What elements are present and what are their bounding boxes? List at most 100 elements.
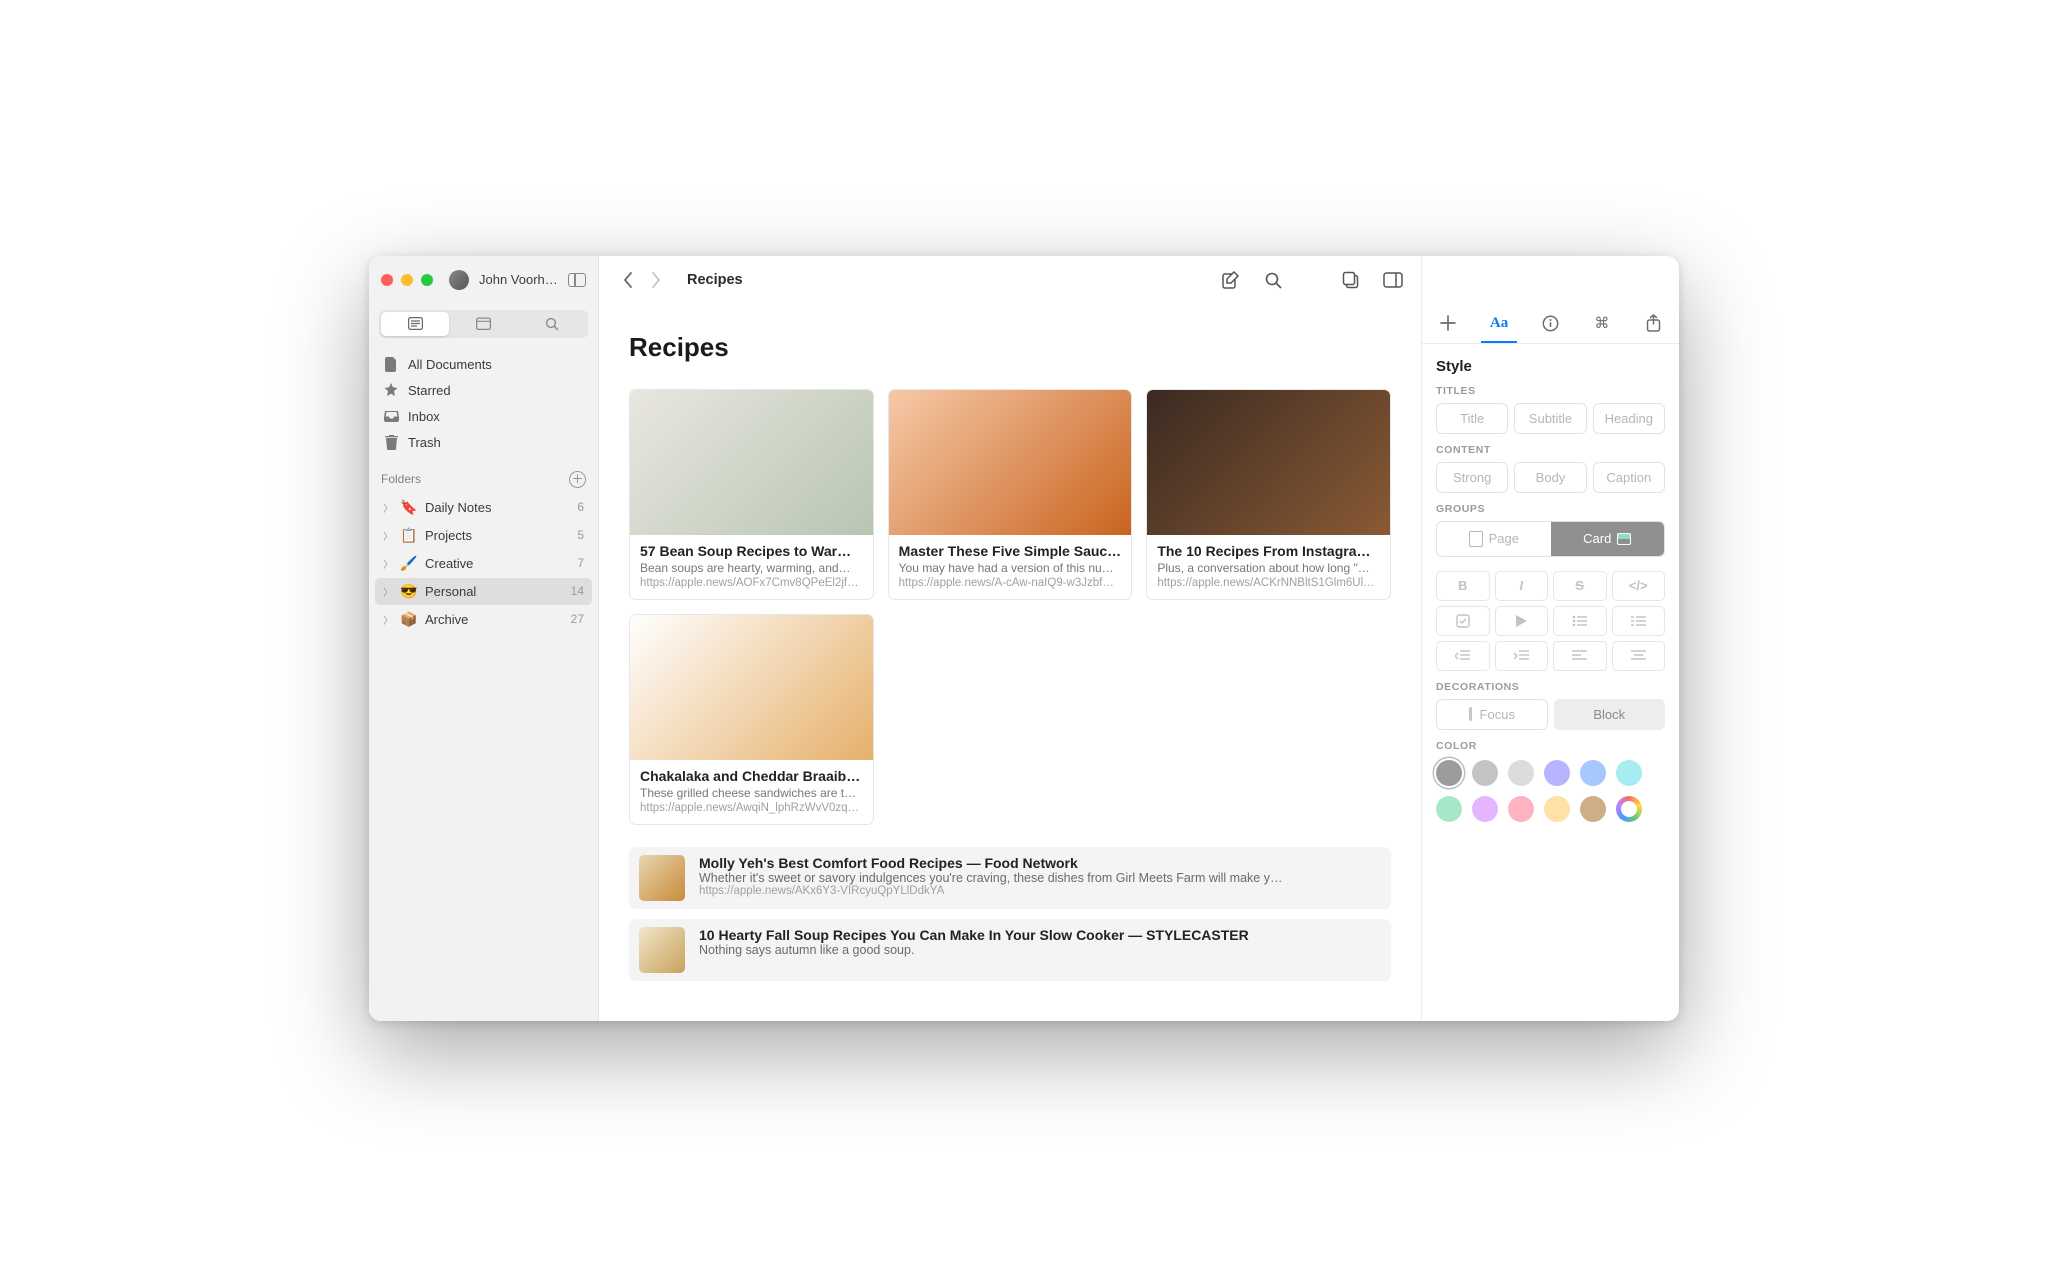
main: Recipes Recipes 57 Bean Soup Recipes to … [599, 256, 1421, 1021]
insert-tab-icon[interactable] [1434, 304, 1462, 342]
color-swatch[interactable] [1472, 760, 1498, 786]
link-title: 10 Hearty Fall Soup Recipes You Can Make… [699, 927, 1381, 943]
style-subtitle[interactable]: Subtitle [1514, 403, 1586, 434]
inbox-icon [383, 411, 399, 422]
folder-label: Archive [425, 612, 468, 627]
copy-icon[interactable] [1341, 270, 1361, 290]
view-search-icon[interactable] [518, 312, 586, 336]
view-documents-icon[interactable] [381, 312, 449, 336]
sidebar-toggle-icon[interactable] [568, 273, 586, 287]
checkbox-button[interactable] [1436, 606, 1490, 636]
link-card[interactable]: The 10 Recipes From Instagram…Plus, a co… [1146, 389, 1391, 600]
inspector: Aa ⌘ Style TITLES Title Subtitle Heading… [1421, 256, 1679, 1021]
group-card[interactable]: Card [1551, 522, 1665, 556]
breadcrumb: Recipes [687, 272, 743, 288]
toolbar-right [1221, 270, 1403, 290]
sidebar-item-starred[interactable]: Starred [375, 378, 592, 403]
align-left-button[interactable] [1553, 641, 1607, 671]
strike-button[interactable]: S [1553, 571, 1607, 601]
format-grid: B I S </> [1436, 571, 1665, 671]
page-icon [1469, 531, 1483, 547]
sidebar-folder-personal[interactable]: 〉😎Personal14 [375, 578, 592, 605]
panel-toggle-icon[interactable] [1383, 270, 1403, 290]
decoration-block[interactable]: Block [1554, 699, 1666, 730]
code-button[interactable]: </> [1612, 571, 1666, 601]
style-tab-icon[interactable]: Aa [1485, 304, 1513, 342]
card-description: These grilled cheese sandwiches are t… [640, 786, 863, 800]
color-picker-icon[interactable] [1616, 796, 1642, 822]
avatar[interactable] [449, 270, 469, 290]
sidebar-item-trash[interactable]: Trash [375, 430, 592, 455]
sidebar-folder-archive[interactable]: 〉📦Archive27 [375, 606, 592, 633]
add-folder-icon[interactable]: ＋ [569, 471, 586, 488]
sidebar-folder-creative[interactable]: 〉🖌️Creative7 [375, 550, 592, 577]
style-heading[interactable]: Heading [1593, 403, 1665, 434]
color-swatch[interactable] [1544, 796, 1570, 822]
group-style-row: Page Card [1436, 521, 1665, 557]
italic-button[interactable]: I [1495, 571, 1549, 601]
link-row[interactable]: 10 Hearty Fall Soup Recipes You Can Make… [629, 919, 1391, 981]
card-title: Master These Five Simple Sauc… [899, 543, 1122, 559]
color-swatch[interactable] [1580, 796, 1606, 822]
zoom-icon[interactable] [421, 274, 433, 286]
document-content[interactable]: Recipes 57 Bean Soup Recipes to Warm…Bea… [599, 304, 1421, 1021]
play-button[interactable] [1495, 606, 1549, 636]
bold-button[interactable]: B [1436, 571, 1490, 601]
folders-header: Folders ＋ [369, 457, 598, 492]
color-label: COLOR [1436, 740, 1665, 752]
indent-button[interactable] [1495, 641, 1549, 671]
view-calendar-icon[interactable] [449, 312, 517, 336]
info-tab-icon[interactable] [1536, 304, 1564, 342]
card-title: Chakalaka and Cheddar Braaibr… [640, 768, 863, 784]
color-swatch[interactable] [1508, 760, 1534, 786]
back-button[interactable] [617, 269, 639, 291]
star-icon [383, 383, 399, 397]
color-swatch[interactable] [1436, 760, 1462, 786]
decoration-focus[interactable]: Focus [1436, 699, 1548, 730]
link-row[interactable]: Molly Yeh's Best Comfort Food Recipes — … [629, 847, 1391, 909]
titlebar: John Voorhe… [369, 256, 598, 304]
search-icon[interactable] [1263, 270, 1283, 290]
color-swatch[interactable] [1580, 760, 1606, 786]
style-strong[interactable]: Strong [1436, 462, 1508, 493]
close-icon[interactable] [381, 274, 393, 286]
color-swatch[interactable] [1616, 760, 1642, 786]
align-center-button[interactable] [1612, 641, 1666, 671]
style-title[interactable]: Title [1436, 403, 1508, 434]
chevron-right-icon: 〉 [383, 556, 393, 571]
inspector-body: Style TITLES Title Subtitle Heading CONT… [1422, 344, 1679, 836]
minimize-icon[interactable] [401, 274, 413, 286]
shortcuts-tab-icon[interactable]: ⌘ [1588, 304, 1616, 342]
folder-label: Creative [425, 556, 473, 571]
sidebar-item-all-documents[interactable]: All Documents [375, 352, 592, 377]
chevron-right-icon: 〉 [383, 500, 393, 515]
color-swatch[interactable] [1544, 760, 1570, 786]
group-page[interactable]: Page [1437, 522, 1551, 556]
compose-icon[interactable] [1221, 270, 1241, 290]
link-card[interactable]: 57 Bean Soup Recipes to Warm…Bean soups … [629, 389, 874, 600]
link-thumbnail [639, 927, 685, 973]
sidebar-item-label: Inbox [408, 409, 440, 424]
sidebar-folder-projects[interactable]: 〉📋Projects5 [375, 522, 592, 549]
share-tab-icon[interactable] [1639, 304, 1667, 342]
link-card[interactable]: Chakalaka and Cheddar Braaibr… These gril… [629, 614, 874, 825]
bullet-list-button[interactable] [1553, 606, 1607, 636]
style-caption[interactable]: Caption [1593, 462, 1665, 493]
sidebar-item-inbox[interactable]: Inbox [375, 404, 592, 429]
link-thumbnail [639, 855, 685, 901]
folder-emoji: 😎 [400, 583, 416, 600]
outdent-button[interactable] [1436, 641, 1490, 671]
forward-button[interactable] [645, 269, 667, 291]
sidebar-folder-daily-notes[interactable]: 〉🔖Daily Notes6 [375, 494, 592, 521]
app-window: John Voorhe… All Documents Starred [369, 256, 1679, 1021]
color-swatch[interactable] [1472, 796, 1498, 822]
folder-count: 7 [577, 556, 584, 570]
sidebar-view-switch[interactable] [379, 310, 588, 338]
folder-label: Personal [425, 584, 476, 599]
color-swatch[interactable] [1508, 796, 1534, 822]
number-list-button[interactable] [1612, 606, 1666, 636]
link-card[interactable]: Master These Five Simple Sauc…You may ha… [888, 389, 1133, 600]
color-swatch[interactable] [1436, 796, 1462, 822]
card-icon [1617, 533, 1631, 545]
style-body[interactable]: Body [1514, 462, 1586, 493]
